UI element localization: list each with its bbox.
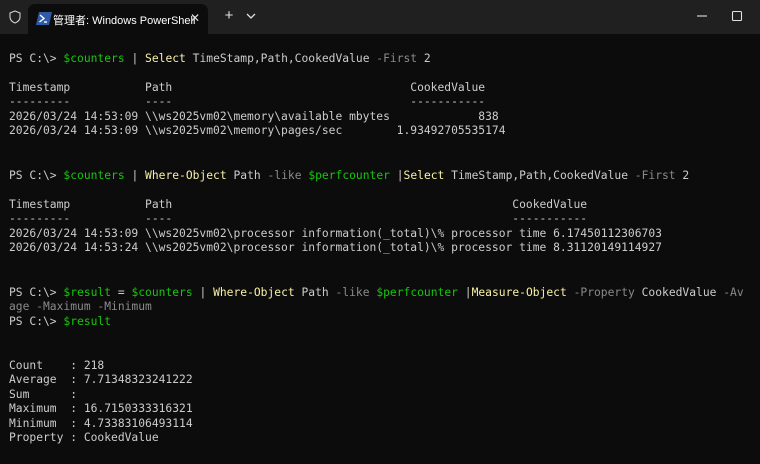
table-header: Timestamp Path CookedValue bbox=[9, 81, 486, 94]
command-line: PS C:\> $result bbox=[9, 315, 112, 328]
terminal-output[interactable]: PS C:\> $counters | Select TimeStamp,Pat… bbox=[0, 34, 760, 464]
tab-title: 管理者: Windows PowerShell bbox=[53, 15, 196, 27]
table-header: Timestamp Path CookedValue bbox=[9, 198, 588, 211]
maximize-icon[interactable] bbox=[727, 6, 747, 26]
tab-powershell[interactable]: 管理者: Windows PowerShell ✕ bbox=[28, 4, 208, 34]
powershell-icon bbox=[36, 12, 52, 25]
minimize-icon[interactable] bbox=[692, 6, 712, 26]
table-underline: --------- ---- ----------- bbox=[9, 95, 486, 108]
close-icon[interactable]: ✕ bbox=[188, 10, 202, 26]
result-line: Average : 7.71348323241222 bbox=[9, 373, 193, 386]
result-line: Maximum : 16.7150333316321 bbox=[9, 402, 193, 415]
command-line: PS C:\> $counters | Where-Object Path -l… bbox=[9, 169, 690, 182]
shield-icon bbox=[9, 10, 21, 24]
table-underline: --------- ---- ----------- bbox=[9, 212, 588, 225]
command-line: PS C:\> $result = $counters | Where-Obje… bbox=[9, 286, 744, 299]
result-line: Sum : bbox=[9, 388, 78, 401]
title-bar: 管理者: Windows PowerShell ✕ + bbox=[0, 0, 760, 34]
table-row: 2026/03/24 14:53:09 \\ws2025vm02\memory\… bbox=[9, 110, 499, 123]
new-tab-button[interactable]: + bbox=[220, 7, 238, 25]
command-line-wrap: age -Maximum -Minimum bbox=[9, 300, 152, 313]
table-row: 2026/03/24 14:53:09 \\ws2025vm02\process… bbox=[9, 227, 662, 240]
result-line: Property : CookedValue bbox=[9, 431, 159, 444]
result-line: Count : 218 bbox=[9, 359, 105, 372]
table-row: 2026/03/24 14:53:09 \\ws2025vm02\memory\… bbox=[9, 124, 506, 137]
command-line: PS C:\> $counters | Select TimeStamp,Pat… bbox=[9, 52, 431, 65]
result-line: Minimum : 4.73383106493114 bbox=[9, 417, 193, 430]
table-row: 2026/03/24 14:53:24 \\ws2025vm02\process… bbox=[9, 241, 662, 254]
chevron-down-icon[interactable] bbox=[244, 9, 258, 23]
